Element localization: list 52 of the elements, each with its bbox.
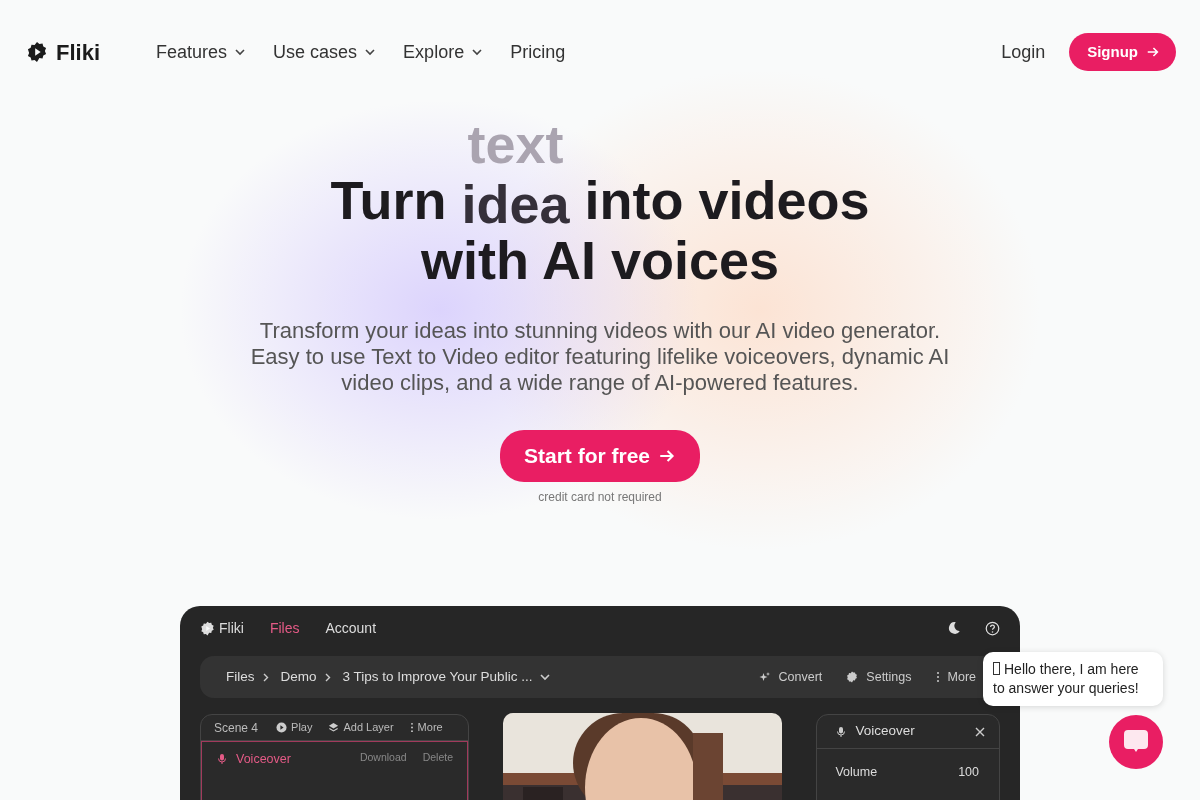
more-icon xyxy=(935,671,940,683)
app-logo: Fliki xyxy=(200,617,244,639)
app-tab[interactable]: Files xyxy=(269,617,300,639)
logo-icon xyxy=(26,41,48,63)
breadcrumb-item[interactable]: Demo xyxy=(280,666,317,688)
rotating-word: text xyxy=(466,114,565,174)
logo-icon xyxy=(200,620,215,636)
chevron-down-icon xyxy=(540,673,551,681)
sparkle-icon xyxy=(758,671,771,683)
login-link[interactable]: Login xyxy=(1001,38,1046,66)
toolbar-button[interactable]: Convert xyxy=(758,667,823,687)
breadcrumb-item[interactable]: 3 Tips to Improve Your Public ... xyxy=(342,666,533,688)
layer-action[interactable]: Delete xyxy=(422,750,453,766)
subtitle: Transform your ideas into stunning videos with our AI video generator. Easy to use Text to Video editor featuring lifelike voiceovers, dynamic AI video clips, and a wide range of AI-powered features. xyxy=(250,318,950,396)
field-value: 100 xyxy=(958,764,979,781)
logo[interactable]: Fliki xyxy=(26,35,100,69)
scene-action[interactable]: Add Layer xyxy=(328,719,394,736)
layers-icon xyxy=(328,722,340,733)
scene-action[interactable]: Play xyxy=(276,719,313,736)
missing-glyph-icon xyxy=(993,662,1000,675)
microphone-icon xyxy=(216,753,228,766)
panel-title: Voiceover xyxy=(835,721,915,742)
chat-message: Hello there, I am here to answer your queries! xyxy=(993,660,1140,698)
scene-title: Scene 4 xyxy=(214,719,259,737)
signup-button[interactable]: Signup xyxy=(1069,32,1176,72)
more-icon xyxy=(409,722,414,733)
headline: Turn xyxy=(330,170,448,230)
nav-link[interactable]: Explore xyxy=(403,38,483,66)
play-icon xyxy=(276,722,288,733)
breadcrumb-item[interactable]: Files xyxy=(226,666,255,688)
layer-label: Voiceover xyxy=(216,750,291,769)
toolbar-button[interactable]: More xyxy=(935,667,976,687)
chevron-right-icon xyxy=(324,672,331,682)
app-tab[interactable]: Account xyxy=(325,617,377,639)
chat-button[interactable] xyxy=(1109,715,1163,769)
arrow-right-icon xyxy=(1146,45,1160,59)
scene-action[interactable]: More xyxy=(409,719,443,736)
nav-link[interactable]: Use cases xyxy=(273,38,376,66)
note: credit card not required xyxy=(538,488,662,506)
field-label: Volume xyxy=(835,764,878,781)
start-button[interactable]: Start for free xyxy=(500,430,700,482)
layer-action[interactable]: Download xyxy=(359,750,407,766)
moon-icon xyxy=(947,621,961,635)
nav-link[interactable]: Features xyxy=(156,38,246,66)
toolbar-button[interactable]: Settings xyxy=(846,667,912,687)
headline: into videos xyxy=(583,170,870,230)
microphone-icon xyxy=(835,725,848,738)
nav-link[interactable]: Pricing xyxy=(510,38,566,66)
settings-icon xyxy=(846,671,859,683)
chevron-right-icon xyxy=(262,672,269,682)
help-icon xyxy=(985,620,1000,636)
close-icon[interactable] xyxy=(975,726,985,737)
